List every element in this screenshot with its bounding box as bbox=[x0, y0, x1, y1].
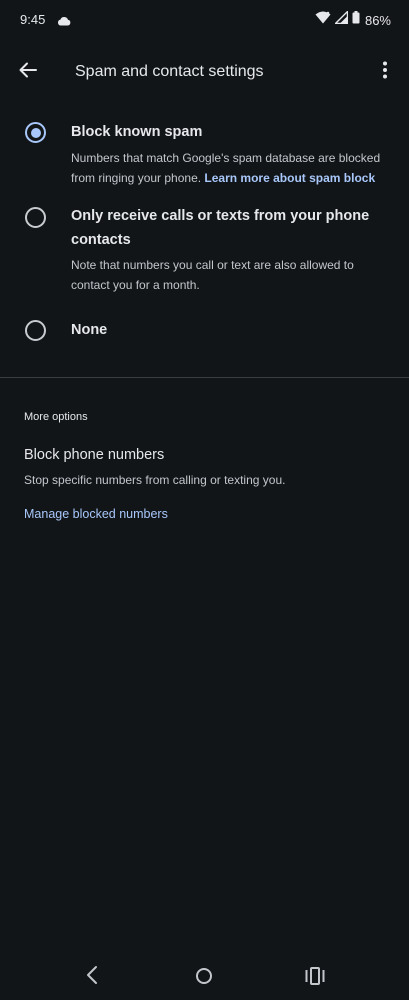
nav-back-icon[interactable] bbox=[84, 965, 100, 990]
option-title: Only receive calls or texts from your ph… bbox=[71, 208, 370, 248]
option-description: Note that numbers you call or text are a… bbox=[71, 258, 354, 292]
option-title: Block known spam bbox=[71, 124, 203, 140]
battery-icon bbox=[352, 11, 360, 29]
block-numbers-description: Stop specific numbers from calling or te… bbox=[24, 473, 286, 487]
section-header: More options bbox=[24, 411, 88, 423]
spam-settings-screen: 9:45 86% Spam and contact settings Block… bbox=[0, 0, 409, 1000]
status-bar: 9:45 86% bbox=[0, 0, 409, 40]
status-icons: 86% bbox=[315, 9, 391, 29]
app-bar: Spam and contact settings bbox=[0, 48, 409, 98]
system-nav-bar bbox=[0, 955, 409, 1000]
arrow-back-icon bbox=[18, 60, 38, 85]
cloud-icon bbox=[57, 13, 71, 31]
status-time: 9:45 bbox=[20, 12, 46, 27]
radio-block-known-spam[interactable] bbox=[25, 122, 46, 143]
option-title: None bbox=[71, 322, 108, 338]
option-block-known-spam[interactable]: Block known spam Numbers that match Goog… bbox=[0, 118, 409, 190]
more-vert-icon bbox=[382, 61, 388, 84]
radio-contacts-only[interactable] bbox=[25, 207, 46, 228]
learn-more-link[interactable]: Learn more about spam block bbox=[204, 171, 375, 185]
battery-percent: 86% bbox=[364, 12, 391, 28]
back-button[interactable] bbox=[14, 58, 42, 86]
section-divider bbox=[0, 377, 409, 378]
more-options-button[interactable] bbox=[373, 58, 397, 86]
block-numbers-title: Block phone numbers bbox=[24, 447, 165, 463]
page-title: Spam and contact settings bbox=[75, 63, 264, 80]
manage-blocked-numbers-link[interactable]: Manage blocked numbers bbox=[24, 507, 168, 521]
radio-none[interactable] bbox=[25, 320, 46, 341]
signal-icon bbox=[333, 9, 349, 29]
option-description: Numbers that match Google's spam databas… bbox=[71, 148, 391, 188]
option-contacts-only[interactable]: Only receive calls or texts from your ph… bbox=[0, 204, 409, 304]
nav-home-icon[interactable] bbox=[195, 967, 213, 990]
option-none[interactable]: None bbox=[0, 318, 409, 344]
nav-recents-icon[interactable] bbox=[305, 967, 325, 990]
wifi-icon bbox=[315, 11, 331, 29]
